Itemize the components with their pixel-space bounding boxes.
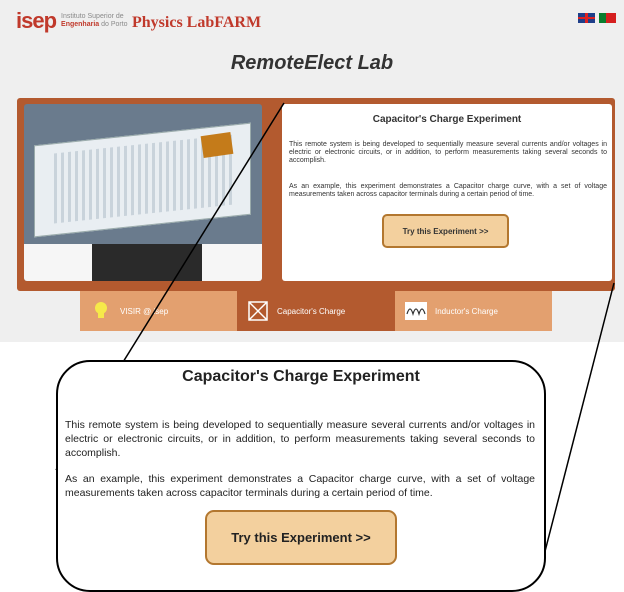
zoomed-experiment-card: Capacitor's Charge Experiment This remot…: [56, 360, 546, 592]
zoomed-try-experiment-button[interactable]: Try this Experiment >>: [205, 510, 397, 565]
zoomed-experiment-description: This remote system is being developed to…: [65, 419, 535, 459]
zoomed-experiment-example: As an example, this experiment demonstra…: [65, 473, 535, 499]
zoomed-experiment-title: Capacitor's Charge Experiment: [182, 368, 420, 385]
